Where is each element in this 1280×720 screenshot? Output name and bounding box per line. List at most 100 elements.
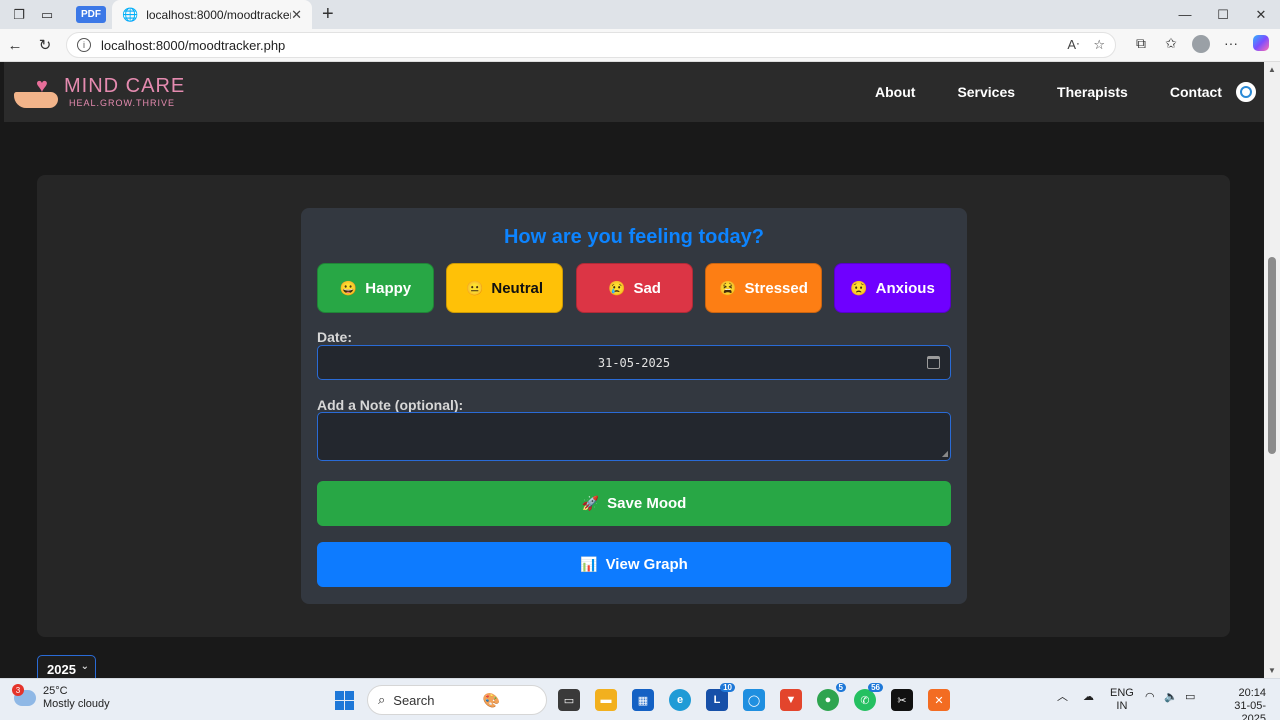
volume-icon[interactable]: 🔈 (1164, 691, 1178, 704)
page-viewport: ♥ MIND CARE HEAL.GROW.THRIVE About Servi… (0, 62, 1264, 678)
weather-condition: Mostly cloudy (43, 698, 110, 710)
page-scrollbar[interactable]: ▲ ▼ (1264, 62, 1280, 678)
cloud-icon: 3 (12, 684, 36, 706)
file-explorer-icon[interactable]: ▬ (595, 689, 617, 711)
save-mood-label: Save Mood (607, 495, 687, 512)
tray-expand-icon[interactable]: ︿ (1057, 691, 1068, 704)
mood-neutral-label: Neutral (491, 279, 544, 297)
url-field[interactable]: i localhost:8000/moodtracker.php Aᐧ ☆ (66, 32, 1116, 58)
l-app-icon[interactable]: L 10 (706, 683, 735, 711)
favorite-star-icon[interactable]: ☆ (1093, 37, 1105, 53)
extensions-icon[interactable]: ⧉ (1126, 35, 1156, 56)
mood-stressed-label: Stressed (744, 279, 808, 297)
site-logo[interactable]: ♥ MIND CARE HEAL.GROW.THRIVE (14, 74, 185, 110)
hand-heart-icon: ♥ (14, 74, 62, 110)
worried-face-icon: 😟 (850, 279, 868, 296)
nav-services[interactable]: Services (957, 84, 1015, 100)
note-label: Add a Note (optional): (317, 397, 464, 413)
nav-contact[interactable]: Contact (1170, 84, 1222, 100)
edge-browser-icon[interactable]: e (669, 689, 691, 711)
url-text[interactable]: localhost:8000/moodtracker.php (101, 38, 1053, 53)
mood-sad-label: Sad (633, 279, 661, 297)
view-graph-button[interactable]: 📊 View Graph (317, 542, 951, 587)
resize-handle-icon[interactable]: ◢ (942, 449, 948, 458)
active-tab[interactable]: 🌐 localhost:8000/moodtracker.php ✕ (112, 0, 312, 29)
mood-question-title: How are you feeling today? (503, 226, 765, 248)
mood-happy-button[interactable]: 😀 Happy (317, 263, 434, 313)
site-navbar: ♥ MIND CARE HEAL.GROW.THRIVE About Servi… (4, 62, 1264, 122)
chevron-down-icon: ⌄ (80, 661, 89, 672)
user-profile-icon[interactable] (1236, 82, 1256, 102)
chrome-icon[interactable]: ● 5 (817, 683, 846, 711)
clock-date: 31-05-2025 (1234, 700, 1266, 720)
logo-tagline: HEAL.GROW.THRIVE (69, 98, 176, 108)
whatsapp-badge: 56 (868, 683, 883, 692)
back-icon[interactable]: ← (0, 37, 30, 54)
mood-neutral-button[interactable]: 😐 Neutral (446, 263, 563, 313)
language-indicator[interactable]: ENG IN (1110, 687, 1134, 713)
lang-primary: ENG (1110, 687, 1134, 699)
brave-icon[interactable]: ▼ (780, 689, 802, 711)
read-aloud-icon[interactable]: Aᐧ (1067, 37, 1079, 53)
mood-stressed-button[interactable]: 😫 Stressed (705, 263, 822, 313)
clock-time: 20:14 (1238, 687, 1266, 699)
more-menu-icon[interactable]: ··· (1216, 35, 1246, 56)
main-menu: About Services Therapists Contact (854, 62, 1243, 122)
mood-sad-button[interactable]: 😢 Sad (576, 263, 693, 313)
note-textarea[interactable]: ◢ (317, 412, 951, 461)
whatsapp-icon[interactable]: ✆ 56 (854, 683, 883, 711)
globe-icon: 🌐 (122, 6, 139, 22)
scrollbar-thumb[interactable] (1268, 257, 1276, 454)
search-icon: ⌕ (378, 692, 386, 707)
capcut-icon[interactable]: ✂ (891, 689, 913, 711)
chrome-badge: 5 (835, 683, 846, 692)
tab-title: localhost:8000/moodtracker.php (146, 7, 292, 22)
lang-secondary: IN (1116, 700, 1128, 712)
sad-face-icon: 😢 (608, 279, 626, 296)
year-select[interactable]: 2025 ⌄ (37, 655, 96, 678)
maximize-icon[interactable]: ☐ (1204, 0, 1242, 29)
onedrive-icon[interactable]: ☁ (1083, 691, 1094, 704)
pdf-tab[interactable]: PDF (76, 6, 106, 23)
xampp-icon[interactable]: ✕ (928, 689, 950, 711)
reload-icon[interactable]: ↻ (30, 36, 60, 54)
address-bar: ← ↻ i localhost:8000/moodtracker.php Aᐧ … (0, 29, 1280, 62)
date-value: 31-05-2025 (597, 355, 671, 370)
favorites-icon[interactable]: ✩ (1156, 35, 1186, 56)
workspaces-icon[interactable]: ❐ (10, 6, 28, 24)
blue-app-icon[interactable]: ◯ (743, 689, 765, 711)
weather-badge: 3 (12, 684, 24, 696)
browser-tab-bar: ❐ ▭ PDF 🌐 localhost:8000/moodtracker.php… (0, 0, 1280, 29)
weather-widget[interactable]: 3 25°C Mostly cloudy (12, 684, 110, 711)
site-info-icon[interactable]: i (77, 38, 91, 52)
copilot-icon[interactable] (1246, 34, 1276, 56)
tab-actions-icon[interactable]: ▭ (38, 6, 56, 24)
nav-about[interactable]: About (875, 84, 915, 100)
calendar-icon[interactable] (927, 356, 940, 369)
grinning-face-icon: 😀 (339, 279, 358, 296)
task-view-icon[interactable]: ▭ (558, 689, 580, 711)
window-controls: — ☐ ✕ (1166, 0, 1280, 29)
window-close-icon[interactable]: ✕ (1242, 0, 1280, 29)
windows-start-icon[interactable] (335, 691, 354, 710)
store-icon[interactable]: ▦ (632, 689, 654, 711)
minimize-icon[interactable]: — (1166, 0, 1204, 29)
search-placeholder: Search (393, 692, 435, 708)
view-graph-label: View Graph (605, 556, 688, 573)
scroll-down-icon[interactable]: ▼ (1268, 666, 1276, 675)
taskbar-search[interactable]: ⌕ Search 🎨 (367, 685, 547, 715)
date-input[interactable]: 31-05-2025 (317, 345, 951, 380)
tab-close-icon[interactable]: ✕ (291, 7, 302, 23)
profile-icon[interactable] (1186, 34, 1216, 56)
nav-therapists[interactable]: Therapists (1057, 84, 1128, 100)
wifi-icon[interactable]: ◠ (1145, 691, 1155, 704)
clock[interactable]: 20:14 31-05-2025 (1212, 687, 1266, 720)
save-mood-button[interactable]: 🚀 Save Mood (317, 481, 951, 526)
logo-title: MIND CARE (64, 75, 186, 97)
mood-anxious-button[interactable]: 😟 Anxious (834, 263, 951, 313)
new-tab-icon[interactable]: + (322, 3, 334, 26)
neutral-face-icon: 😐 (465, 279, 484, 296)
scroll-up-icon[interactable]: ▲ (1268, 65, 1276, 74)
battery-icon[interactable]: ▭ (1185, 691, 1195, 704)
date-label: Date: (317, 329, 353, 345)
